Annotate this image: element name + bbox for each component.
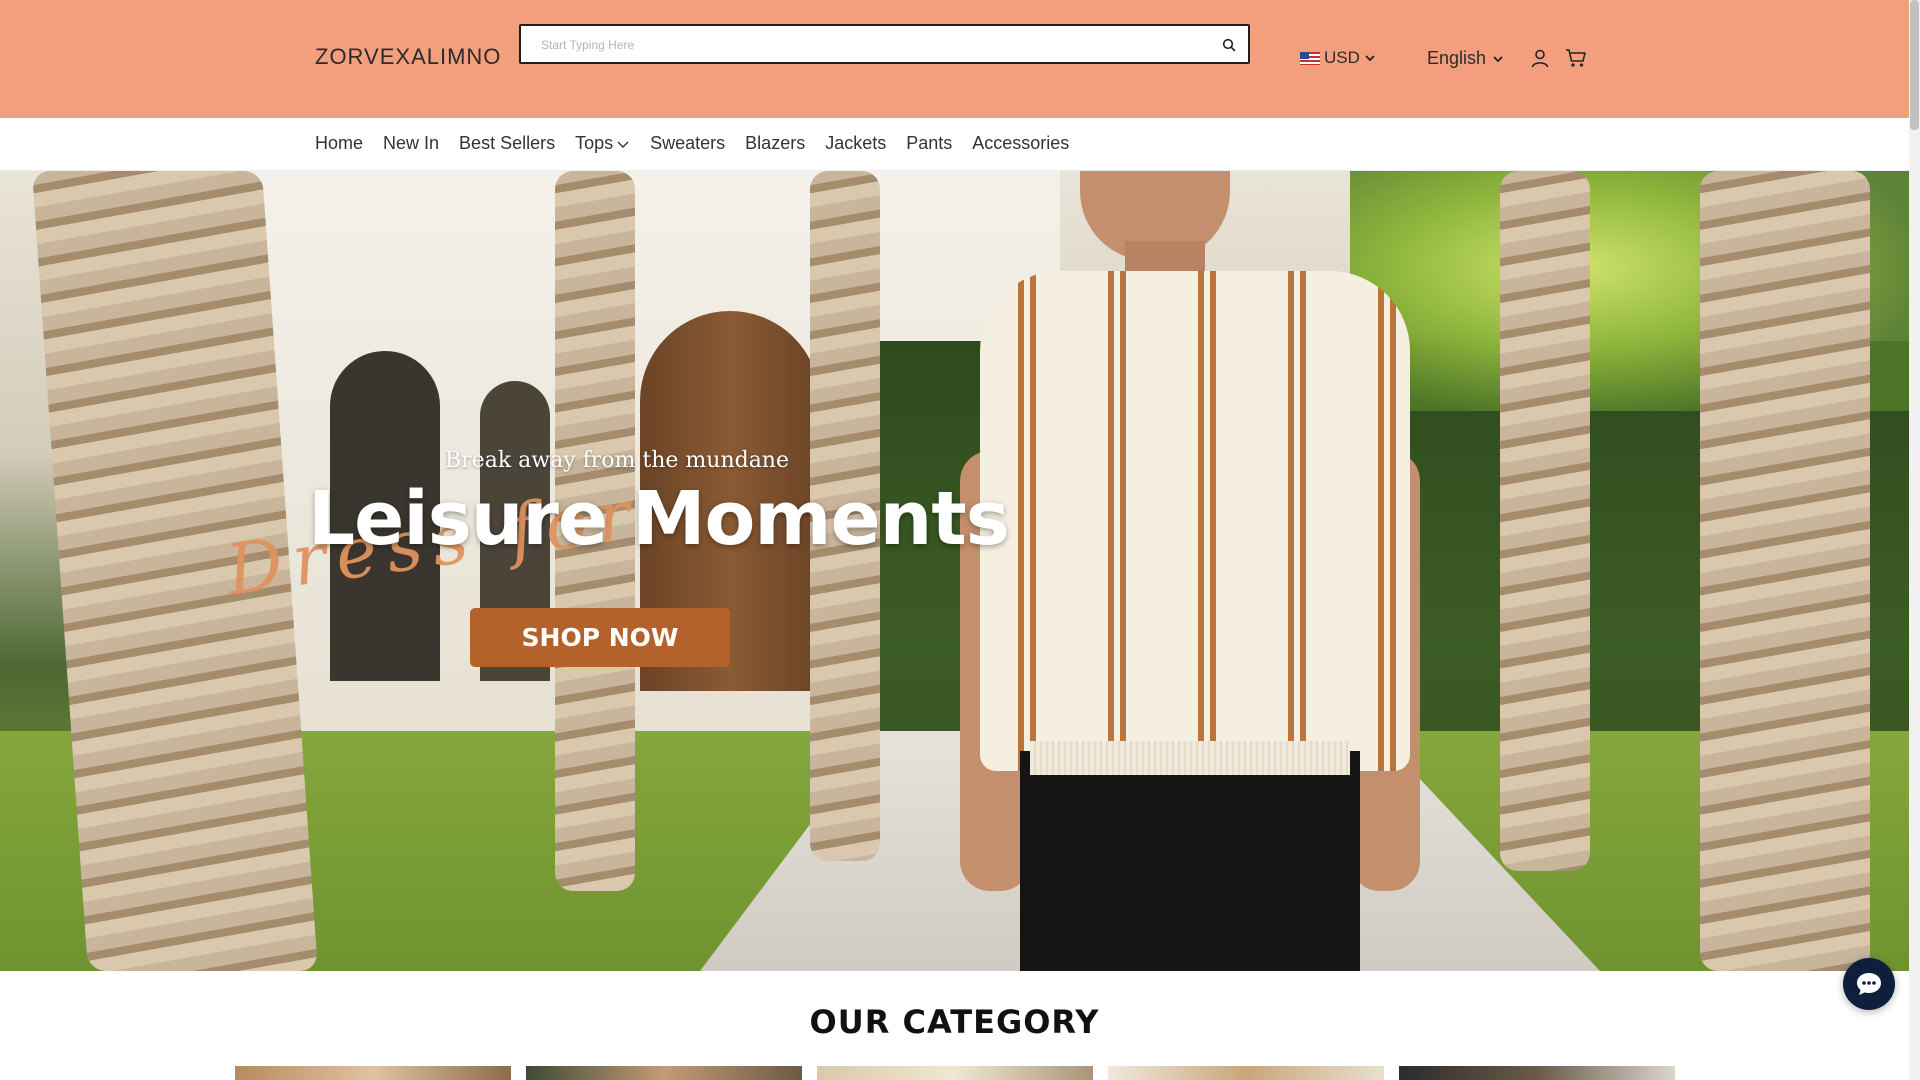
hero-text-overlay: Break away from the mundane Dress for Le…	[0, 171, 1909, 971]
nav-item-jackets[interactable]: Jackets	[825, 133, 886, 154]
page-scrollbar[interactable]	[1909, 0, 1920, 1080]
nav-item-tops[interactable]: Tops	[575, 133, 630, 154]
nav-item-sweaters[interactable]: Sweaters	[650, 133, 725, 154]
search-input[interactable]	[541, 34, 1181, 56]
account-button[interactable]	[1530, 48, 1550, 73]
nav-item-blazers[interactable]: Blazers	[745, 133, 805, 154]
shop-now-button[interactable]: SHOP NOW	[470, 608, 730, 667]
category-card[interactable]	[526, 1066, 802, 1080]
nav-item-label: Jackets	[825, 133, 887, 153]
nav-item-label: New In	[383, 133, 440, 153]
category-card[interactable]	[1399, 1066, 1675, 1080]
nav-item-label: Best Sellers	[459, 133, 556, 153]
category-card[interactable]	[817, 1066, 1093, 1080]
nav-list: Home New In Best Sellers Tops Sweaters B…	[315, 133, 1069, 154]
search-icon	[1222, 38, 1236, 52]
category-card[interactable]	[235, 1066, 511, 1080]
chevron-down-icon	[617, 141, 629, 148]
nav-item-new-in[interactable]: New In	[383, 133, 439, 154]
nav-item-label: Blazers	[745, 133, 806, 153]
chat-button[interactable]	[1843, 958, 1895, 1010]
nav-item-best-sellers[interactable]: Best Sellers	[459, 133, 555, 154]
scrollbar-thumb[interactable]	[1910, 0, 1919, 130]
search-bar	[519, 24, 1250, 64]
nav-item-label: Sweaters	[650, 133, 726, 153]
nav-item-label: Home	[315, 133, 364, 153]
chat-icon	[1857, 973, 1881, 995]
language-selector[interactable]: English	[1427, 48, 1504, 69]
chevron-down-icon	[1365, 55, 1375, 62]
site-logo[interactable]: ZORVEXALIMNO	[315, 44, 501, 70]
currency-selector[interactable]: USD	[1300, 48, 1376, 68]
category-row	[235, 1066, 1675, 1080]
us-flag-icon	[1300, 51, 1320, 65]
search-button[interactable]	[1218, 34, 1240, 56]
hero-title: Leisure Moments	[308, 476, 1010, 562]
nav-item-label: Accessories	[972, 133, 1070, 153]
hero-banner: Break away from the mundane Dress for Le…	[0, 171, 1909, 971]
site-header: ZORVEXALIMNO USD English	[0, 0, 1909, 118]
language-label: English	[1427, 48, 1487, 68]
main-nav: Home New In Best Sellers Tops Sweaters B…	[0, 118, 1909, 171]
user-icon	[1531, 49, 1549, 68]
hero-subtitle: Break away from the mundane	[445, 448, 789, 473]
nav-item-pants[interactable]: Pants	[906, 133, 952, 154]
cart-button[interactable]	[1565, 48, 1587, 73]
nav-item-accessories[interactable]: Accessories	[972, 133, 1069, 154]
currency-label: USD	[1324, 48, 1360, 67]
cart-icon	[1566, 49, 1586, 67]
nav-item-home[interactable]: Home	[315, 133, 363, 154]
nav-item-label: Tops	[575, 133, 614, 153]
nav-item-label: Pants	[906, 133, 953, 153]
category-card[interactable]	[1108, 1066, 1384, 1080]
category-section-title: OUR CATEGORY	[809, 1003, 1100, 1041]
chevron-down-icon	[1493, 55, 1503, 62]
